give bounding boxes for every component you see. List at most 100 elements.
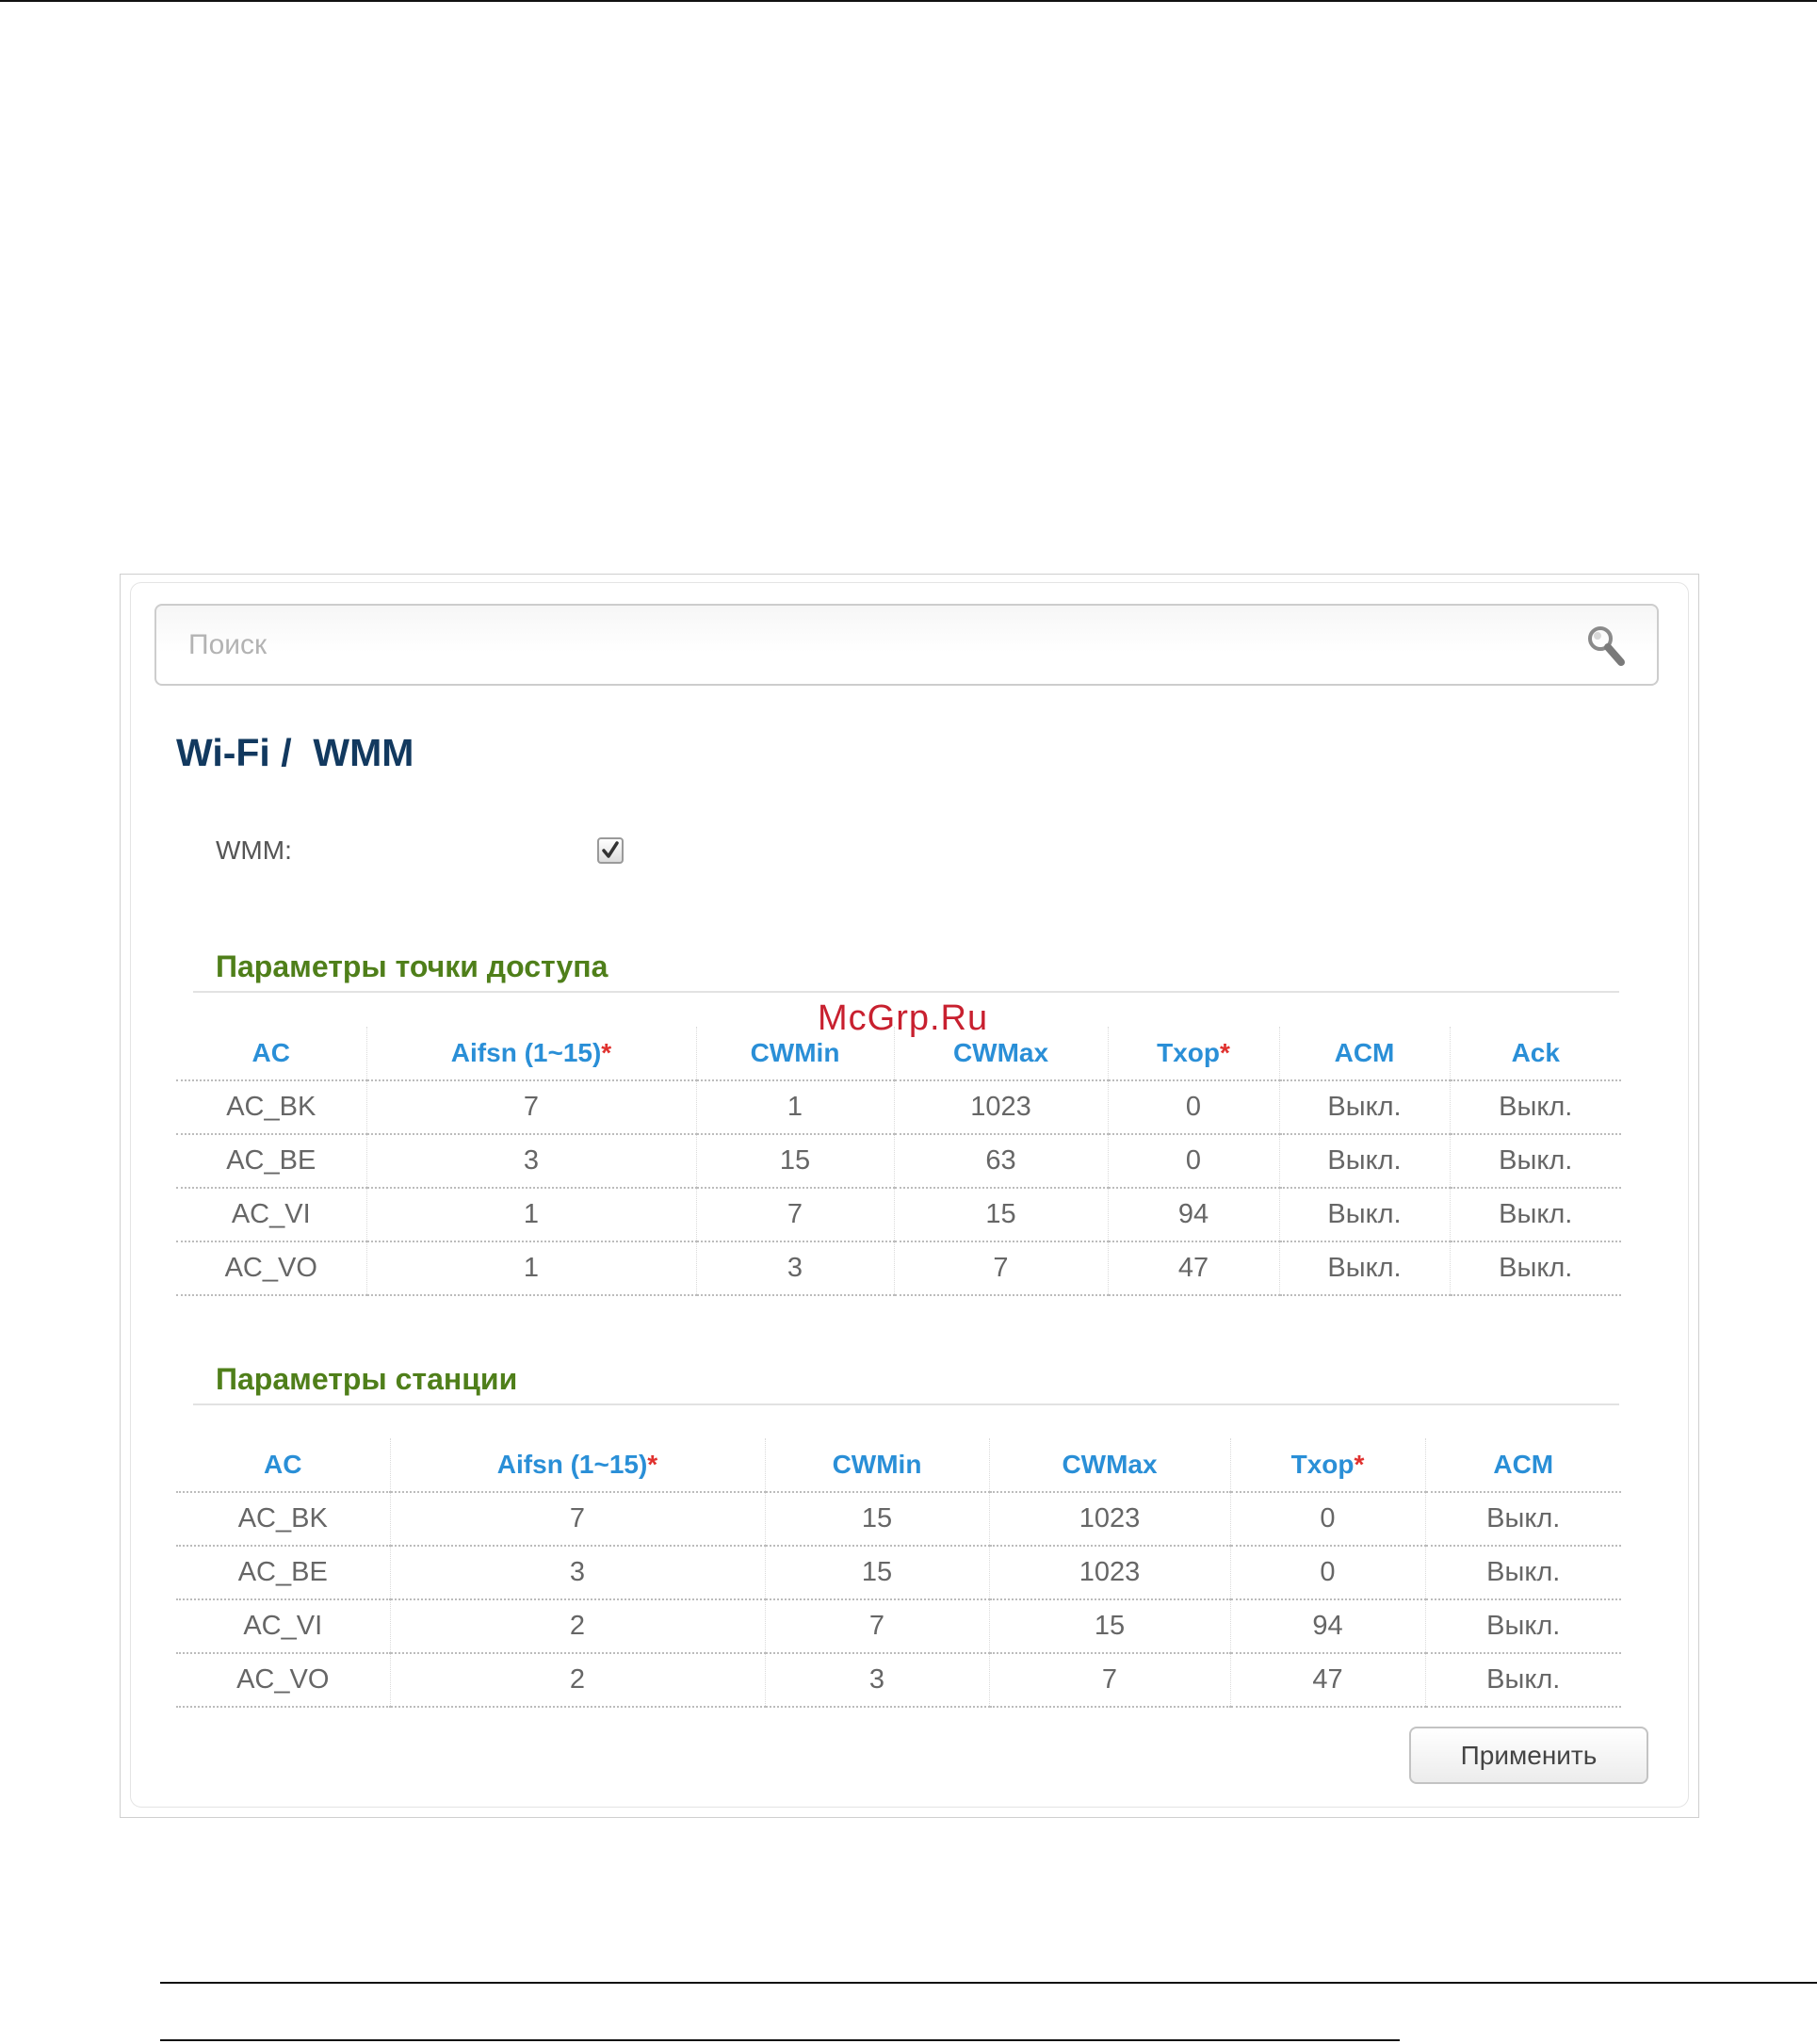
table-cell: 47 (1107, 1241, 1279, 1296)
column-label: CWMin (750, 1038, 840, 1067)
table-cell: Выкл. (1449, 1188, 1621, 1242)
table-cell: 0 (1229, 1492, 1425, 1547)
table-cell: 3 (764, 1653, 989, 1708)
table-cell: 3 (365, 1134, 696, 1189)
ap-header-acm: ACM (1278, 1027, 1450, 1081)
column-label: AC (264, 1450, 302, 1479)
search-bar (154, 604, 1659, 686)
station-params-divider (193, 1403, 1619, 1405)
table-cell: 15 (893, 1188, 1108, 1242)
table-cell: 7 (988, 1653, 1230, 1708)
column-label: Txop (1157, 1038, 1220, 1067)
table-cell: 7 (389, 1492, 765, 1547)
table-cell: AC_BK (176, 1080, 366, 1135)
column-label: ACM (1493, 1450, 1554, 1479)
table-cell: 1023 (988, 1546, 1230, 1600)
ap-header-cwmax: CWMax (893, 1027, 1108, 1081)
table-cell: 15 (695, 1134, 894, 1189)
ap-params-table: AC Aifsn (1~15)* CWMin CWMax Txop* ACM Ack AC_… (176, 1027, 1621, 1296)
table-row[interactable]: AC_VO 2 3 7 47 Выкл. (176, 1653, 1621, 1708)
table-cell: 7 (764, 1599, 989, 1654)
station-header-aifsn-1-15: Aifsn (1~15)* (389, 1438, 765, 1493)
search-icon[interactable] (1585, 623, 1629, 670)
table-cell: Выкл. (1424, 1653, 1621, 1708)
table-cell: 1 (365, 1241, 696, 1296)
table-cell: 15 (988, 1599, 1230, 1654)
footer-rule (160, 1982, 1817, 1984)
station-header-cwmax: CWMax (988, 1438, 1230, 1493)
ap-header-cwmin: CWMin (695, 1027, 894, 1081)
table-cell: Выкл. (1424, 1599, 1621, 1654)
column-label: CWMax (1062, 1450, 1158, 1479)
table-cell: 0 (1107, 1134, 1279, 1189)
table-cell: Выкл. (1278, 1241, 1450, 1296)
ap-params-divider (193, 991, 1619, 993)
footer-rule-short (160, 2039, 1400, 2041)
column-label: Txop (1290, 1450, 1355, 1479)
table-cell: 1 (365, 1188, 696, 1242)
column-label: Aifsn (1~15) (496, 1450, 648, 1479)
table-cell: 3 (695, 1241, 894, 1296)
table-row[interactable]: AC_BE 3 15 1023 0 Выкл. (176, 1546, 1621, 1600)
table-cell: 7 (695, 1188, 894, 1242)
required-marker: * (647, 1450, 658, 1479)
page-title: Wi-Fi / WMM (176, 731, 414, 774)
wmm-label: WMM: (216, 835, 292, 865)
table-row[interactable]: AC_BK 7 1 1023 0 Выкл. Выкл. (176, 1080, 1621, 1135)
required-marker: * (1219, 1038, 1230, 1067)
ap-header-txop: Txop* (1107, 1027, 1279, 1081)
ap-header-aifsn-1-15: Aifsn (1~15)* (365, 1027, 696, 1081)
table-cell: 0 (1107, 1080, 1279, 1135)
station-params-title: Параметры станции (216, 1362, 518, 1396)
table-cell: 63 (893, 1134, 1108, 1189)
table-cell: 1023 (988, 1492, 1230, 1547)
table-cell: 47 (1229, 1653, 1425, 1708)
table-cell: Выкл. (1424, 1546, 1621, 1600)
table-cell: AC_VO (176, 1241, 366, 1296)
table-row[interactable]: AC_VO 1 3 7 47 Выкл. Выкл. (176, 1241, 1621, 1296)
table-row[interactable]: AC_VI 2 7 15 94 Выкл. (176, 1599, 1621, 1654)
station-params-table: AC Aifsn (1~15)* CWMin CWMax Txop* ACM AC_BK 7… (176, 1438, 1621, 1708)
station-header-acm: ACM (1424, 1438, 1621, 1493)
table-cell: 7 (893, 1241, 1108, 1296)
table-cell: 94 (1229, 1599, 1425, 1654)
ap-header-ack: Ack (1449, 1027, 1621, 1081)
table-cell: 1 (695, 1080, 894, 1135)
ap-header-ac: AC (176, 1027, 366, 1081)
table-cell: Выкл. (1278, 1134, 1450, 1189)
apply-button[interactable]: Применить (1409, 1727, 1648, 1784)
column-label: CWMin (832, 1450, 922, 1479)
table-cell: Выкл. (1449, 1080, 1621, 1135)
table-cell: 7 (365, 1080, 696, 1135)
search-input[interactable] (188, 606, 1564, 684)
table-cell: AC_BE (176, 1546, 390, 1600)
station-header-cwmin: CWMin (764, 1438, 989, 1493)
column-label: AC (251, 1038, 290, 1067)
column-label: Aifsn (1~15) (450, 1038, 602, 1067)
table-cell: Выкл. (1449, 1241, 1621, 1296)
table-cell: 15 (764, 1546, 989, 1600)
table-cell: Выкл. (1278, 1188, 1450, 1242)
top-page-rule (0, 0, 1817, 2)
table-cell: Выкл. (1449, 1134, 1621, 1189)
table-cell: 94 (1107, 1188, 1279, 1242)
table-cell: 2 (389, 1599, 765, 1654)
table-row[interactable]: AC_VI 1 7 15 94 Выкл. Выкл. (176, 1188, 1621, 1242)
table-cell: AC_VI (176, 1599, 390, 1654)
table-cell: 1023 (893, 1080, 1108, 1135)
table-cell: AC_BK (176, 1492, 390, 1547)
table-cell: 2 (389, 1653, 765, 1708)
table-row[interactable]: AC_BE 3 15 63 0 Выкл. Выкл. (176, 1134, 1621, 1189)
table-cell: Выкл. (1278, 1080, 1450, 1135)
table-cell: 15 (764, 1492, 989, 1547)
table-cell: 0 (1229, 1546, 1425, 1600)
required-marker: * (1354, 1450, 1365, 1479)
table-cell: AC_BE (176, 1134, 366, 1189)
table-cell: Выкл. (1424, 1492, 1621, 1547)
wmm-checkbox[interactable] (597, 837, 624, 864)
required-marker: * (601, 1038, 612, 1067)
table-row[interactable]: AC_BK 7 15 1023 0 Выкл. (176, 1492, 1621, 1547)
column-label: CWMax (952, 1038, 1049, 1067)
table-cell: 3 (389, 1546, 765, 1600)
station-header-txop: Txop* (1229, 1438, 1425, 1493)
